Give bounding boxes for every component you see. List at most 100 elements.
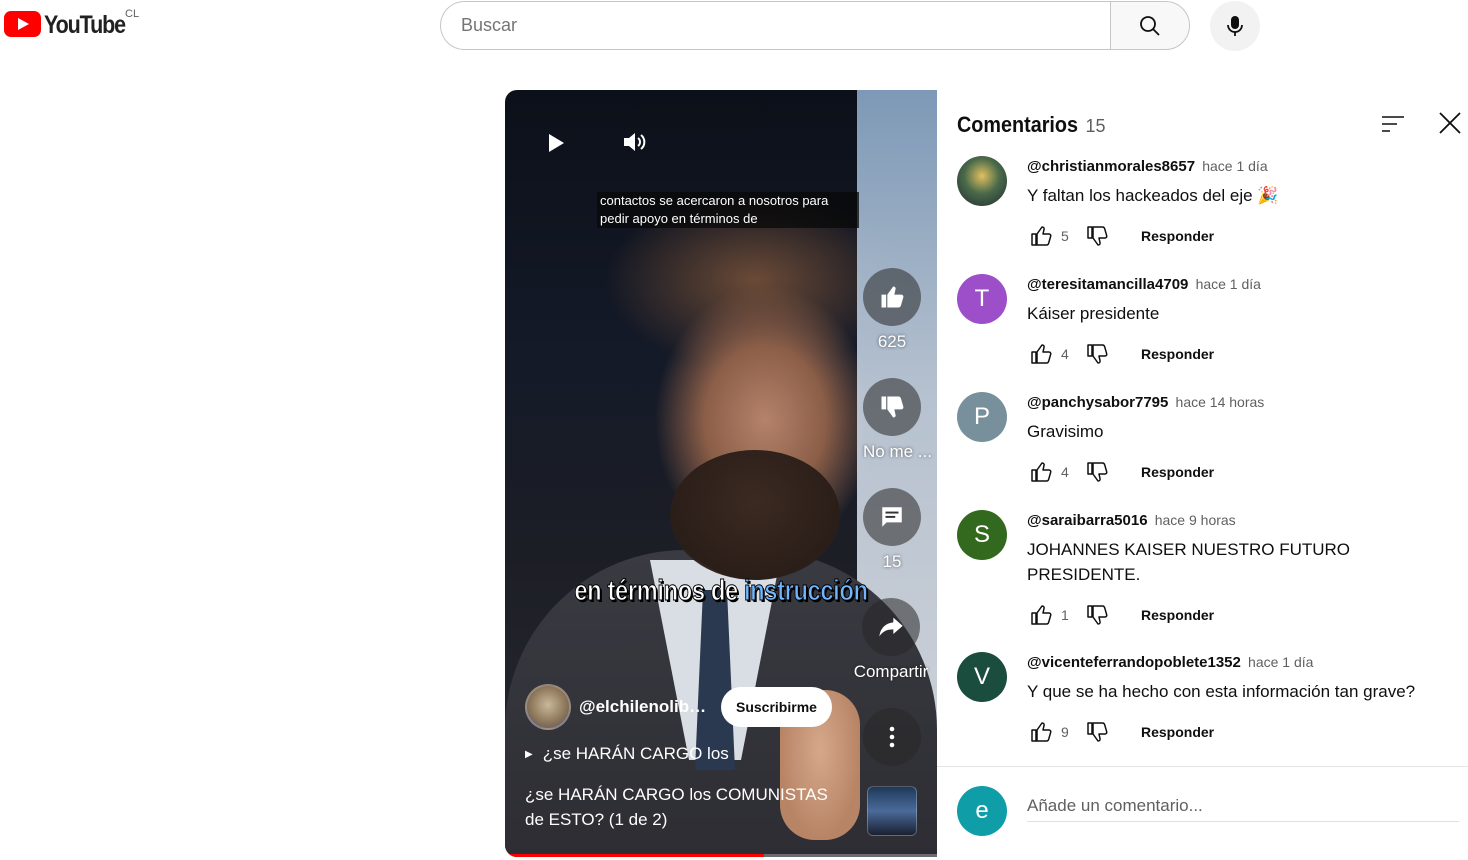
- comment-meta: @saraibarra5016 hace 9 horas: [1027, 510, 1457, 531]
- comment-body: @saraibarra5016 hace 9 horas JOHANNES KA…: [1027, 510, 1457, 629]
- comment-icon: [882, 507, 902, 527]
- like-button[interactable]: [863, 268, 921, 326]
- comment-dislike-button[interactable]: [1083, 340, 1111, 368]
- video-title[interactable]: ¿se HARÁN CARGO los COMUNISTAS de ESTO? …: [525, 782, 845, 832]
- close-comments-button[interactable]: [1437, 110, 1467, 140]
- channel-info: @elchilenolibe... Suscribirme: [525, 684, 832, 730]
- comment-time[interactable]: hace 9 horas: [1155, 512, 1236, 528]
- more-vertical-icon: [889, 726, 895, 748]
- comment-like-count: 4: [1061, 464, 1069, 480]
- play-icon: [549, 134, 564, 152]
- comment-count: 15: [882, 552, 902, 571]
- comment-avatar[interactable]: T: [957, 274, 1007, 324]
- comment-author[interactable]: @teresitamancilla4709: [1027, 276, 1188, 293]
- comment-time[interactable]: hace 1 día: [1202, 158, 1267, 174]
- comments-action[interactable]: 15: [863, 488, 921, 572]
- comment-text: Y que se ha hecho con esta información t…: [1027, 682, 1416, 701]
- comments-count: 15: [1085, 116, 1106, 136]
- comment-body: @christianmorales8657 hace 1 día Y falta…: [1027, 156, 1457, 250]
- comments-button[interactable]: [863, 488, 921, 546]
- comment-like-count: 1: [1061, 607, 1069, 623]
- comment-like-button[interactable]: [1027, 458, 1055, 486]
- channel-name[interactable]: @elchilenolibe...: [579, 697, 711, 717]
- sort-icon: [1382, 116, 1404, 132]
- reply-button[interactable]: Responder: [1141, 607, 1214, 623]
- youtube-logo[interactable]: YouTube CL: [4, 8, 139, 41]
- subscribe-button[interactable]: Suscribirme: [721, 687, 832, 727]
- comment-meta: @vicenteferrandopoblete1352 hace 1 día: [1027, 652, 1457, 673]
- comment-like-count: 9: [1061, 724, 1069, 740]
- dislike-button[interactable]: [863, 378, 921, 436]
- add-comment-input[interactable]: [1027, 790, 1459, 822]
- volume-icon: [624, 133, 646, 151]
- description-text: ¿se HARÁN CARGO los: [542, 744, 729, 763]
- caption-subtitle: contactos se acercaron a nosotros para p…: [597, 192, 859, 228]
- comment-like-button[interactable]: [1027, 601, 1055, 629]
- volume-button[interactable]: [619, 126, 651, 158]
- comment-actions: 9 Responder: [1027, 718, 1457, 746]
- dislike-icon: [1087, 344, 1108, 364]
- dislike-action[interactable]: No me ...: [863, 378, 932, 462]
- comment-text: Gravisimo: [1027, 422, 1104, 441]
- reply-button[interactable]: Responder: [1141, 228, 1214, 244]
- burned-in-caption: en términos de instrucción: [544, 575, 898, 608]
- comment-dislike-button[interactable]: [1083, 222, 1111, 250]
- expand-triangle-icon: ▶: [525, 748, 533, 760]
- dislike-icon: [1087, 722, 1108, 742]
- comment-actions: 1 Responder: [1027, 601, 1457, 629]
- comment-time[interactable]: hace 14 horas: [1176, 394, 1265, 410]
- caption-text: en términos de: [574, 575, 744, 608]
- comment-avatar[interactable]: [957, 156, 1007, 206]
- search-button[interactable]: [1110, 1, 1190, 50]
- comment-time[interactable]: hace 1 día: [1248, 654, 1313, 670]
- voice-search-button[interactable]: [1210, 1, 1260, 51]
- related-video-thumbnail[interactable]: [867, 786, 917, 836]
- reply-button[interactable]: Responder: [1141, 464, 1214, 480]
- video-description[interactable]: ▶ ¿se HARÁN CARGO los: [525, 744, 729, 764]
- like-action[interactable]: 625: [863, 268, 921, 352]
- share-label: Compartir: [853, 662, 929, 681]
- reply-button[interactable]: Responder: [1141, 346, 1214, 362]
- dislike-label: No me ...: [863, 442, 932, 461]
- logo-text: YouTube: [44, 11, 126, 39]
- comment-author[interactable]: @christianmorales8657: [1027, 158, 1195, 175]
- short-video-player[interactable]: contactos se acercaron a nosotros para p…: [505, 90, 937, 857]
- progress-bar[interactable]: [505, 854, 937, 857]
- channel-avatar[interactable]: [525, 684, 571, 730]
- youtube-shorts-page: YouTube CL contactos se acercaron a noso…: [0, 0, 1468, 860]
- divider: [937, 766, 1468, 767]
- share-button[interactable]: [862, 598, 920, 656]
- comment-meta: @teresitamancilla4709 hace 1 día: [1027, 274, 1457, 295]
- comment-avatar[interactable]: V: [957, 652, 1007, 702]
- comment-author[interactable]: @saraibarra5016: [1027, 512, 1148, 529]
- comment-dislike-button[interactable]: [1083, 718, 1111, 746]
- more-options-button[interactable]: [863, 708, 921, 766]
- add-comment: e: [957, 786, 1459, 840]
- comment-author[interactable]: @vicenteferrandopoblete1352: [1027, 654, 1241, 671]
- user-avatar[interactable]: e: [957, 786, 1007, 836]
- more-action[interactable]: [863, 708, 921, 766]
- sort-button[interactable]: [1380, 112, 1410, 142]
- comment-like-count: 4: [1061, 346, 1069, 362]
- play-button[interactable]: [541, 128, 571, 158]
- comment-like-button[interactable]: [1027, 718, 1055, 746]
- reply-button[interactable]: Responder: [1141, 724, 1214, 740]
- like-icon: [1031, 226, 1052, 246]
- thumbs-down-icon: [881, 396, 904, 418]
- comment-body: @panchysabor7795 hace 14 horas Gravisimo…: [1027, 392, 1457, 486]
- share-action[interactable]: Compartir: [851, 598, 931, 682]
- comment-actions: 4 Responder: [1027, 458, 1457, 486]
- comment-time[interactable]: hace 1 día: [1196, 276, 1261, 292]
- comment-avatar[interactable]: P: [957, 392, 1007, 442]
- comment-like-button[interactable]: [1027, 222, 1055, 250]
- search-box: [440, 1, 1110, 50]
- comment-author[interactable]: @panchysabor7795: [1027, 394, 1168, 411]
- comment-dislike-button[interactable]: [1083, 601, 1111, 629]
- like-icon: [1031, 462, 1052, 482]
- comment-body: @teresitamancilla4709 hace 1 día Káiser …: [1027, 274, 1457, 368]
- comment-like-button[interactable]: [1027, 340, 1055, 368]
- caption-highlight: instrucción: [743, 575, 869, 608]
- comment-dislike-button[interactable]: [1083, 458, 1111, 486]
- comment-avatar[interactable]: S: [957, 510, 1007, 560]
- search-input[interactable]: [461, 15, 1110, 36]
